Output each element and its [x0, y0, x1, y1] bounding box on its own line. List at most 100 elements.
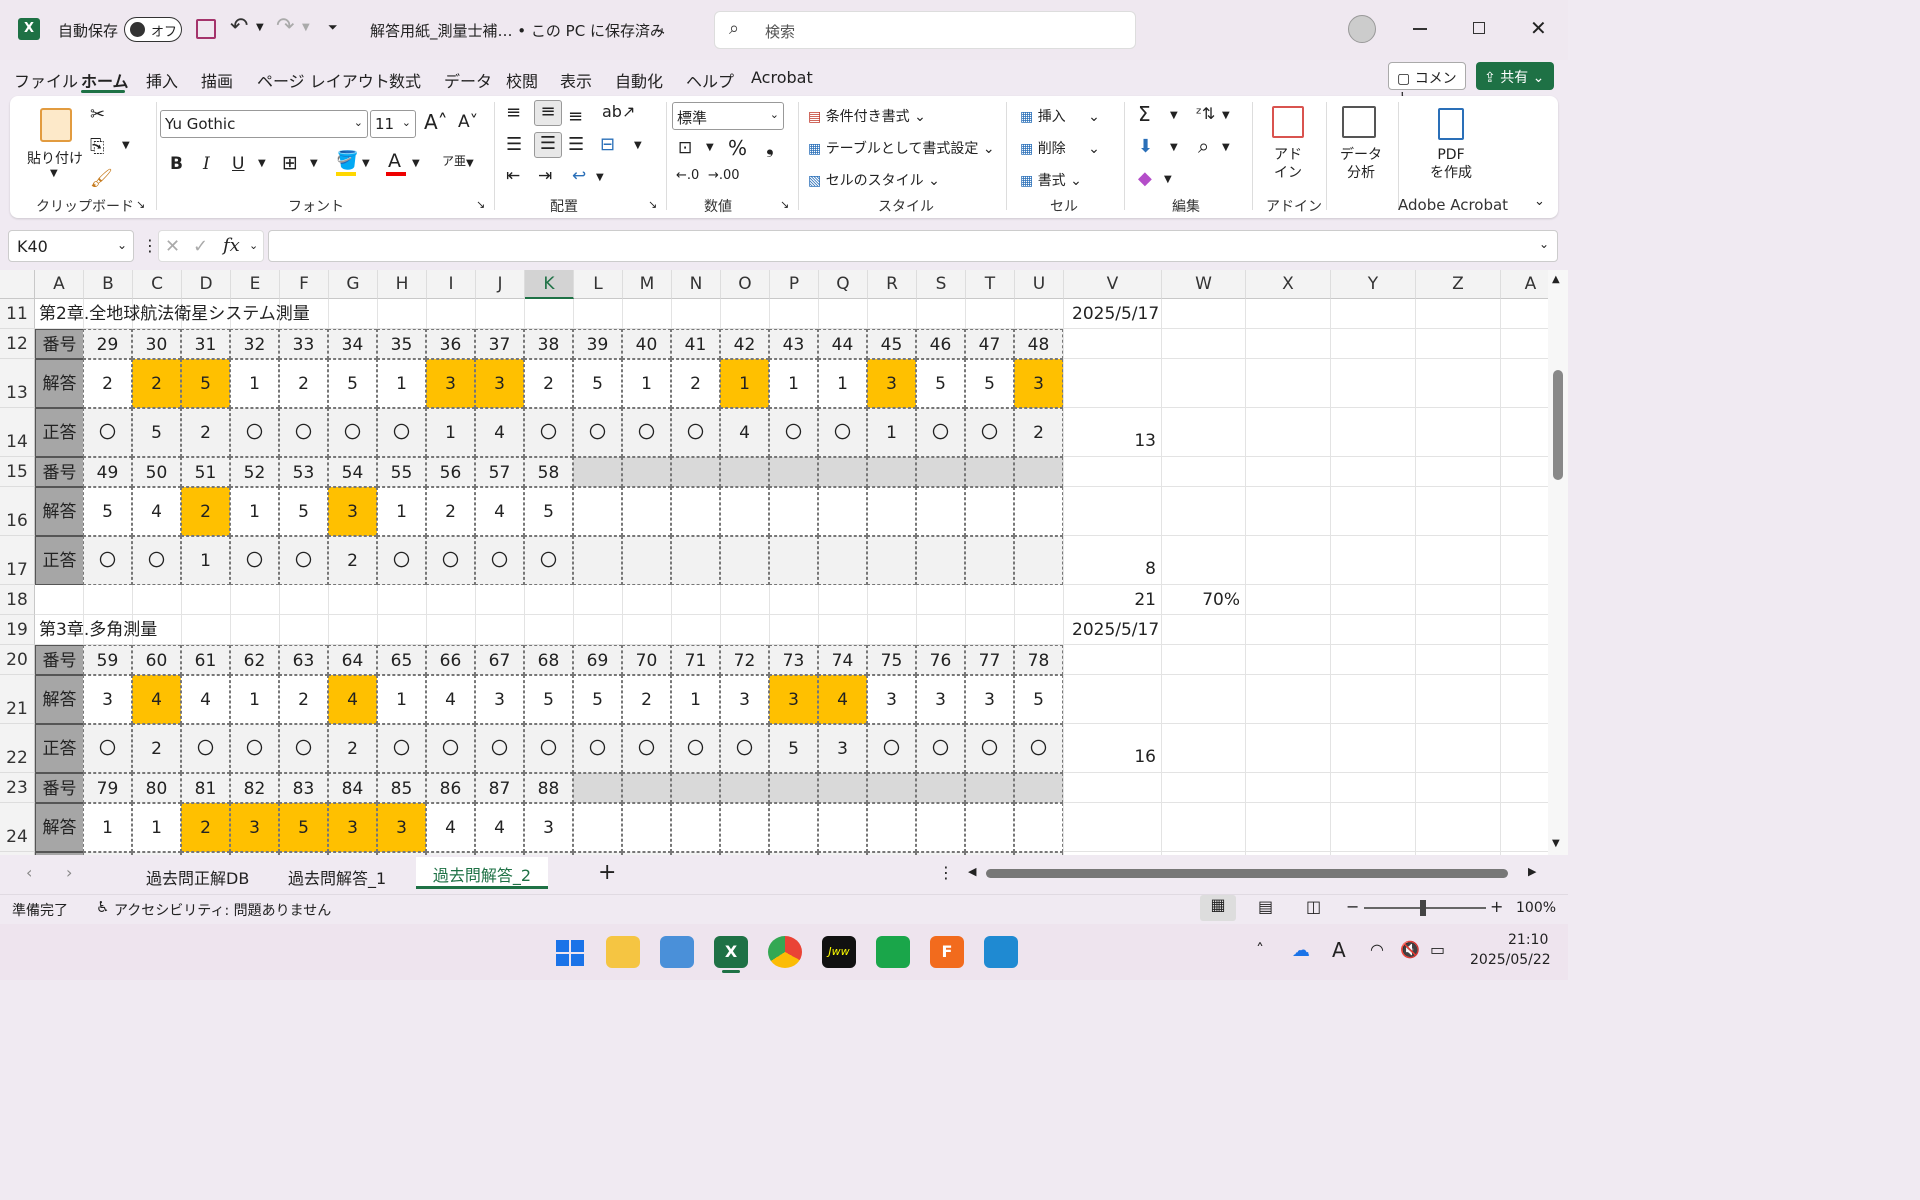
- autosave-toggle[interactable]: オフ: [124, 17, 182, 42]
- question-number-cell[interactable]: 33: [279, 329, 328, 359]
- minimize-icon[interactable]: [1413, 28, 1427, 30]
- correct-answer-cell[interactable]: 〇: [279, 408, 328, 457]
- question-number-cell[interactable]: 36: [426, 329, 475, 359]
- correct-answer-cell[interactable]: 〇: [524, 724, 573, 773]
- question-number-cell[interactable]: 46: [916, 329, 965, 359]
- correct-answer-cell[interactable]: [671, 852, 720, 855]
- column-header[interactable]: F: [280, 270, 329, 299]
- answer-cell[interactable]: 2: [181, 803, 230, 852]
- page-layout-view-icon[interactable]: ▤: [1258, 897, 1273, 916]
- answer-cell[interactable]: [720, 803, 769, 852]
- row-label-cell[interactable]: 正答: [35, 536, 84, 585]
- column-header[interactable]: G: [329, 270, 378, 299]
- answer-cell[interactable]: 3: [720, 675, 769, 724]
- answer-cell[interactable]: 3: [83, 675, 132, 724]
- question-number-cell[interactable]: 54: [328, 457, 377, 487]
- answer-cell[interactable]: 5: [279, 803, 328, 852]
- correct-answer-cell[interactable]: [867, 536, 916, 585]
- scroll-right-icon[interactable]: ▶: [1528, 865, 1536, 878]
- question-number-cell[interactable]: 66: [426, 645, 475, 675]
- answer-cell[interactable]: [769, 803, 818, 852]
- row-header[interactable]: 18: [0, 585, 35, 615]
- correct-answer-cell[interactable]: 〇: [230, 724, 279, 773]
- row-label-cell[interactable]: 番号: [35, 329, 84, 359]
- question-number-cell[interactable]: [769, 457, 818, 487]
- question-number-cell[interactable]: 31: [181, 329, 230, 359]
- restore-icon[interactable]: [1473, 22, 1485, 34]
- correct-answer-cell[interactable]: [818, 536, 867, 585]
- answer-cell[interactable]: 5: [965, 359, 1014, 408]
- align-center-icon[interactable]: ☰: [534, 132, 562, 158]
- question-number-cell[interactable]: 87: [475, 773, 524, 803]
- row-label-cell[interactable]: 番号: [35, 773, 84, 803]
- font-color-icon[interactable]: A: [388, 150, 401, 172]
- volume-muted-icon[interactable]: 🔇: [1400, 940, 1420, 959]
- question-number-cell[interactable]: 32: [230, 329, 279, 359]
- name-box[interactable]: K40 ⌄: [8, 230, 134, 262]
- date-cell[interactable]: 2025/5/17: [1072, 299, 1159, 329]
- correct-answer-cell[interactable]: 〇: [426, 724, 475, 773]
- font-color-dropdown-icon[interactable]: ▼: [412, 158, 420, 169]
- conditional-format-button[interactable]: ▤ 条件付き書式 ⌄: [808, 106, 926, 126]
- correct-answer-cell[interactable]: 〇: [965, 408, 1014, 457]
- correct-answer-cell[interactable]: 1: [867, 408, 916, 457]
- correct-answer-cell[interactable]: 1: [426, 408, 475, 457]
- question-number-cell[interactable]: 84: [328, 773, 377, 803]
- question-number-cell[interactable]: [720, 457, 769, 487]
- wrap-text-icon[interactable]: ↩: [572, 166, 586, 186]
- question-number-cell[interactable]: [573, 773, 622, 803]
- correct-answer-cell[interactable]: 2: [328, 536, 377, 585]
- onedrive-icon[interactable]: ☁: [1292, 940, 1310, 961]
- document-title[interactable]: 解答用紙_測量士補… • この PC に保存済み: [370, 20, 665, 41]
- align-bottom-icon[interactable]: ≡: [568, 106, 583, 127]
- question-number-cell[interactable]: 85: [377, 773, 426, 803]
- row-header[interactable]: 16: [0, 487, 35, 536]
- orientation-icon[interactable]: ab↗: [602, 102, 635, 121]
- answer-cell[interactable]: 1: [769, 359, 818, 408]
- collapse-ribbon-icon[interactable]: ⌄: [1534, 194, 1545, 209]
- border-icon[interactable]: ⊞: [282, 152, 298, 174]
- percent-icon[interactable]: %: [728, 136, 747, 160]
- clipboard-launcher-icon[interactable]: ↘: [136, 198, 145, 211]
- answer-cell[interactable]: 5: [279, 487, 328, 536]
- answer-cell[interactable]: 3: [426, 359, 475, 408]
- wifi-icon[interactable]: ◠: [1370, 940, 1384, 959]
- create-pdf-icon[interactable]: [1438, 108, 1464, 140]
- excel-taskbar-icon[interactable]: X: [714, 936, 748, 968]
- column-header[interactable]: Z: [1416, 270, 1501, 299]
- question-number-cell[interactable]: 64: [328, 645, 377, 675]
- customize-toolbar-icon[interactable]: ⏷: [328, 20, 338, 35]
- chrome-icon[interactable]: [768, 936, 802, 968]
- answer-cell[interactable]: 4: [328, 675, 377, 724]
- correct-answer-cell[interactable]: [769, 536, 818, 585]
- column-header[interactable]: L: [574, 270, 623, 299]
- answer-cell[interactable]: 3: [328, 487, 377, 536]
- select-all-corner[interactable]: [0, 270, 35, 299]
- correct-answer-cell[interactable]: 2: [1014, 408, 1063, 457]
- autosum-dropdown-icon[interactable]: ▼: [1170, 110, 1178, 121]
- undo-dropdown-icon[interactable]: ▼: [256, 22, 264, 33]
- tab-page-layout[interactable]: ページ レイアウト: [257, 68, 390, 92]
- answer-cell[interactable]: [1014, 803, 1063, 852]
- cut-icon[interactable]: ✂: [90, 104, 105, 125]
- question-number-cell[interactable]: 48: [1014, 329, 1063, 359]
- question-number-cell[interactable]: 37: [475, 329, 524, 359]
- row-label-cell[interactable]: 正答: [35, 724, 84, 773]
- answer-cell[interactable]: 2: [181, 487, 230, 536]
- accessibility-icon[interactable]: ♿: [96, 898, 109, 916]
- correct-answer-cell[interactable]: 〇: [573, 408, 622, 457]
- increase-indent-icon[interactable]: ⇥: [538, 166, 552, 186]
- scroll-up-icon[interactable]: ▲: [1552, 274, 1560, 285]
- ime-icon[interactable]: A: [1332, 938, 1346, 962]
- correct-answer-cell[interactable]: [230, 852, 279, 855]
- paste-dropdown-icon[interactable]: ▼: [50, 168, 58, 179]
- correct-answer-cell[interactable]: 4: [475, 408, 524, 457]
- comment-button[interactable]: ▢ コメント: [1388, 62, 1466, 107]
- correct-answer-cell[interactable]: 〇: [1014, 724, 1063, 773]
- question-number-cell[interactable]: 35: [377, 329, 426, 359]
- zoom-out-icon[interactable]: −: [1346, 897, 1359, 916]
- sheet-tab-2[interactable]: 過去問解答_1: [288, 865, 386, 889]
- clear-dropdown-icon[interactable]: ▼: [1164, 174, 1172, 185]
- tab-formulas[interactable]: 数式: [389, 68, 421, 92]
- fill-color-icon[interactable]: 🪣: [336, 150, 358, 171]
